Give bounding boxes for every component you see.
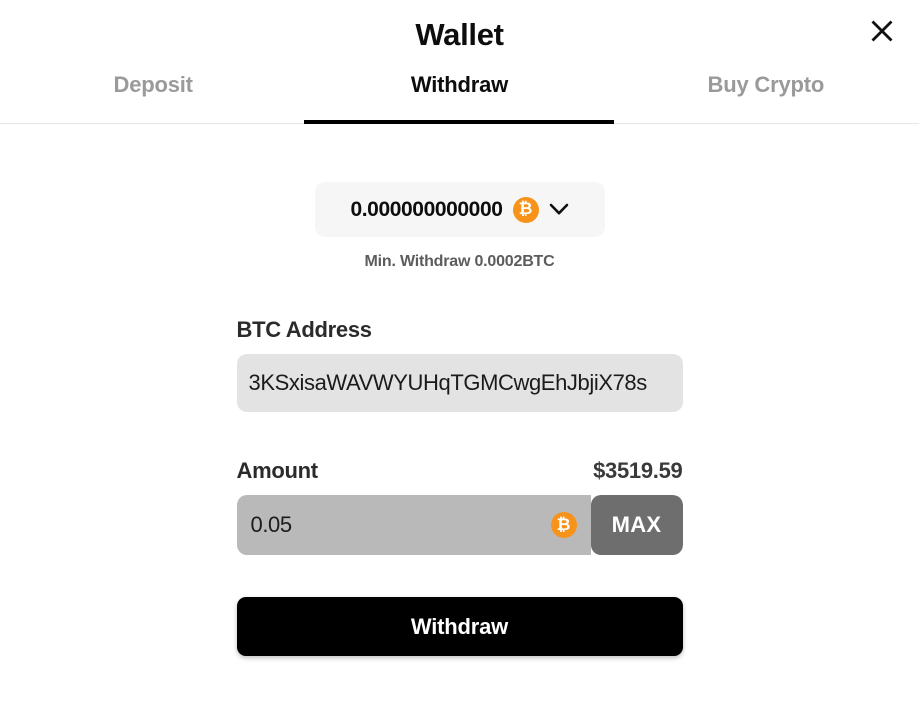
- withdraw-submit-button[interactable]: Withdraw: [236, 597, 683, 656]
- bitcoin-symbol: ₿: [518, 199, 533, 219]
- tab-buy-crypto-label: Buy Crypto: [707, 72, 825, 97]
- bitcoin-icon: ₿: [550, 512, 577, 538]
- amount-input-row: ₿ MAX: [236, 495, 683, 555]
- tab-buy-crypto[interactable]: Buy Crypto: [613, 70, 919, 123]
- close-icon: [869, 18, 895, 44]
- min-withdraw-note: Min. Withdraw 0.0002BTC: [364, 253, 555, 270]
- currency-balance-select[interactable]: 0.000000000000 ₿: [314, 182, 605, 237]
- tab-withdraw-label: Withdraw: [410, 72, 509, 97]
- tab-deposit[interactable]: Deposit: [0, 70, 306, 123]
- page-title: Wallet: [415, 17, 504, 52]
- tab-deposit-label: Deposit: [113, 72, 193, 97]
- address-label-row: BTC Address: [237, 317, 683, 343]
- amount-field-group: Amount $3519.59 ₿ MAX: [236, 458, 683, 555]
- amount-label-row: Amount $3519.59: [237, 458, 683, 484]
- amount-label: Amount: [236, 458, 319, 483]
- bitcoin-icon: ₿: [512, 196, 539, 223]
- withdraw-panel: 0.000000000000 ₿ Min. Withdraw 0.0002BTC…: [0, 124, 919, 656]
- tab-withdraw[interactable]: Withdraw: [306, 70, 612, 123]
- bitcoin-symbol: ₿: [556, 514, 571, 535]
- close-button[interactable]: [861, 10, 903, 52]
- address-label: BTC Address: [236, 317, 373, 342]
- btc-address-input[interactable]: [236, 354, 683, 412]
- address-field-group: BTC Address: [236, 317, 683, 412]
- modal-header: Wallet: [0, 0, 919, 70]
- max-button[interactable]: MAX: [590, 495, 683, 555]
- amount-input[interactable]: [248, 511, 541, 539]
- chevron-down-icon: [549, 203, 569, 216]
- amount-fiat-value: $3519.59: [593, 458, 683, 483]
- amount-input-wrapper: ₿: [236, 495, 591, 555]
- wallet-tabs: Deposit Withdraw Buy Crypto: [0, 70, 919, 124]
- balance-amount: 0.000000000000: [350, 197, 503, 221]
